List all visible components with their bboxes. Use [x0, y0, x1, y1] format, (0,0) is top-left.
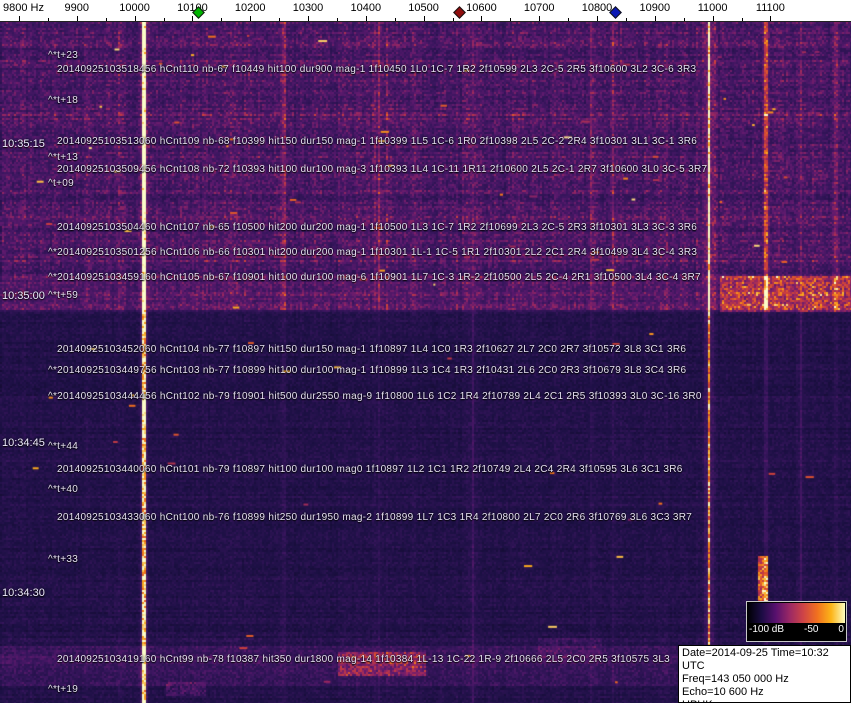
- freq-tick-label: 10200: [234, 2, 266, 14]
- detection-log-line: 20140925103452060 hCnt104 nb-77 f10897 h…: [57, 344, 687, 355]
- freq-tick-mark: [481, 16, 482, 21]
- freq-tick-mark: [510, 18, 511, 21]
- frequency-axis: 9800 Hz 9900 10000 10100 10200 10300 10400 1050…: [0, 0, 851, 22]
- freq-tick-mark: [48, 18, 49, 21]
- freq-tick-mark: [337, 18, 338, 21]
- freq-tick-mark: [19, 16, 20, 21]
- detection-log-line: ^*20140925103449756 hCnt103 nb-77 f10899…: [48, 365, 687, 376]
- freq-tick-mark: [453, 18, 454, 21]
- spectrogram-canvas: [0, 22, 851, 703]
- detection-log-line: 20140925103440060 hCnt101 nb-79 f10897 h…: [57, 464, 683, 475]
- freq-tick-label: 10300: [292, 2, 324, 14]
- freq-tick-mark: [655, 16, 656, 21]
- time-tick-label: 10:34:45: [2, 437, 45, 449]
- detection-log-line: ^*20140925103444456 hCnt102 nb-79 f10901…: [48, 391, 702, 402]
- freq-tick-label: 11100: [755, 2, 785, 14]
- freq-tick-mark: [221, 18, 222, 21]
- freq-tick-mark: [308, 16, 309, 21]
- info-date-time: Date=2014-09-25 Time=10:32 UTC: [682, 647, 829, 672]
- time-tick-label: 10:35:00: [2, 290, 45, 302]
- time-tick-label: 10:35:15: [2, 138, 45, 150]
- time-marker-label: ^*t+40: [48, 484, 79, 495]
- time-marker-label: ^*t+59: [48, 290, 79, 301]
- time-marker-label: ^*t+19: [48, 684, 79, 695]
- detection-log-line: 20140925103518456 hCnt110 nb-67 f10449 h…: [57, 64, 697, 75]
- detection-log-line: ^*20140925103459160 hCnt105 nb-67 f10901…: [48, 272, 701, 283]
- freq-tick-mark: [713, 16, 714, 21]
- time-marker-label: ^t+09: [48, 178, 74, 189]
- detection-log-line: 20140925103509456 hCnt108 nb-72 f10393 h…: [57, 164, 708, 175]
- time-marker-label: ^*t+13: [48, 152, 79, 163]
- freq-tick-mark: [424, 16, 425, 21]
- freq-tick-mark: [395, 18, 396, 21]
- freq-tick-mark: [770, 16, 771, 21]
- detection-log-line: 20140925103504460 hCnt107 nb-65 f10500 h…: [57, 222, 698, 233]
- freq-tick-label: 9800 Hz: [3, 2, 44, 14]
- info-box: Date=2014-09-25 Time=10:32 UTC Freq=143 …: [678, 645, 851, 703]
- freq-tick-label: 10400: [350, 2, 382, 14]
- freq-tick-mark: [77, 16, 78, 21]
- colorbar-label-mid: -50: [804, 624, 819, 635]
- freq-tick-label: 10500: [408, 2, 439, 14]
- red-diamond-marker[interactable]: [453, 6, 466, 19]
- time-marker-label: ^*t+44: [48, 441, 79, 452]
- time-marker-label: ^*t+23: [48, 50, 79, 61]
- freq-tick-label: 10900: [639, 2, 671, 14]
- freq-tick-mark: [626, 18, 627, 21]
- colorbar-label-min: -100 dB: [749, 624, 785, 635]
- freq-tick-label: 11000: [697, 2, 728, 14]
- freq-tick-mark: [684, 18, 685, 21]
- freq-tick-mark: [597, 16, 598, 21]
- meteor-spectrogram-screen: 9800 Hz 9900 10000 10100 10200 10300 10400 1050…: [0, 0, 851, 703]
- freq-tick-mark: [539, 16, 540, 21]
- freq-tick-mark: [250, 16, 251, 21]
- freq-tick-mark: [568, 18, 569, 21]
- colorbar-labels: -100 dB -50 0: [747, 624, 846, 635]
- freq-tick-mark: [742, 18, 743, 21]
- info-echo: Echo=10 600 Hz: [682, 686, 764, 698]
- freq-tick-label: 9900: [64, 2, 90, 14]
- freq-tick-label: 10800: [581, 2, 613, 14]
- colorbar-label-max: 0: [838, 624, 844, 635]
- freq-tick-mark: [135, 16, 136, 21]
- colorbar-legend: -100 dB -50 0: [746, 601, 847, 642]
- detection-log-line: 20140925103419160 hCnt99 nb-78 f10387 hi…: [57, 654, 671, 665]
- time-tick-label: 10:34:30: [2, 587, 45, 599]
- freq-tick-mark: [279, 18, 280, 21]
- info-frequency: Freq=143 050 000 Hz: [682, 673, 789, 685]
- freq-tick-mark: [164, 18, 165, 21]
- time-marker-label: ^*t+18: [48, 95, 79, 106]
- freq-tick-mark: [366, 16, 367, 21]
- freq-tick-mark: [106, 18, 107, 21]
- detection-log-line: 20140925103433060 hCnt100 nb-76 f10899 h…: [57, 512, 693, 523]
- freq-tick-label: 10700: [523, 2, 555, 14]
- detection-log-line: ^*20140925103501256 hCnt106 nb-66 f10301…: [48, 247, 698, 258]
- freq-tick-label: 10600: [466, 2, 497, 14]
- colorbar-gradient: [748, 603, 845, 623]
- info-station-code: HPHK: [682, 699, 847, 703]
- detection-log-line: 20140925103513060 hCnt109 nb-68 f10399 h…: [57, 136, 698, 147]
- freq-tick-label: 10000: [119, 2, 150, 14]
- time-marker-label: ^*t+33: [48, 554, 79, 565]
- freq-tick-mark: [192, 16, 193, 21]
